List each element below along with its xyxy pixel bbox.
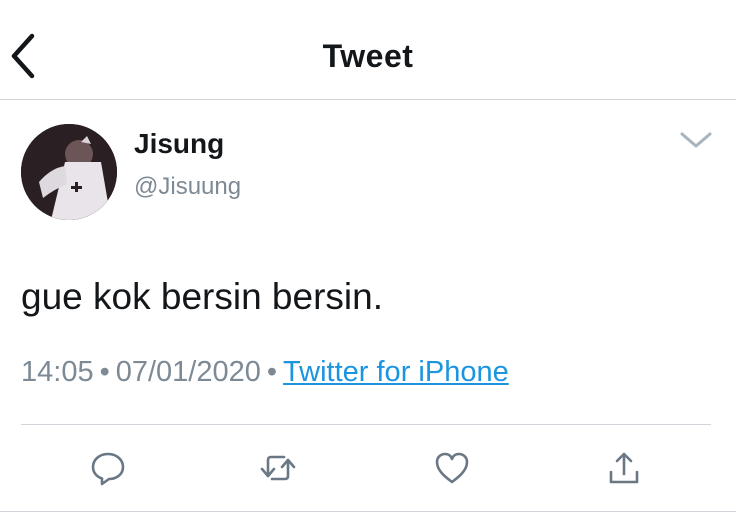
tweet-menu-button[interactable] xyxy=(676,124,716,156)
retweet-icon xyxy=(260,455,296,481)
retweet-button[interactable] xyxy=(258,448,298,488)
avatar[interactable] xyxy=(21,124,117,220)
chevron-down-icon xyxy=(680,132,712,148)
source-link[interactable]: Twitter for iPhone xyxy=(283,356,509,388)
tweet-date: 07/01/2020 xyxy=(115,356,261,388)
like-button[interactable] xyxy=(432,448,472,488)
tweet-time: 14:05 xyxy=(21,356,94,388)
meta-separator: • xyxy=(99,356,110,388)
top-bar: Tweet xyxy=(0,0,736,100)
author-handle[interactable]: @Jisuung xyxy=(134,173,241,201)
page-title: Tweet xyxy=(322,38,414,74)
divider xyxy=(21,424,711,425)
tweet-meta: 14:05 • 07/01/2020 • Twitter for iPhone xyxy=(21,356,509,389)
avatar-image xyxy=(21,124,117,220)
share-icon xyxy=(609,452,639,484)
like-icon xyxy=(435,452,469,484)
divider xyxy=(0,511,736,512)
author-name[interactable]: Jisung xyxy=(134,128,224,160)
reply-button[interactable] xyxy=(88,448,128,488)
tweet-text: gue kok bersin bersin. xyxy=(21,276,383,317)
share-button[interactable] xyxy=(604,448,644,488)
meta-separator: • xyxy=(266,356,278,388)
reply-icon xyxy=(91,452,125,486)
